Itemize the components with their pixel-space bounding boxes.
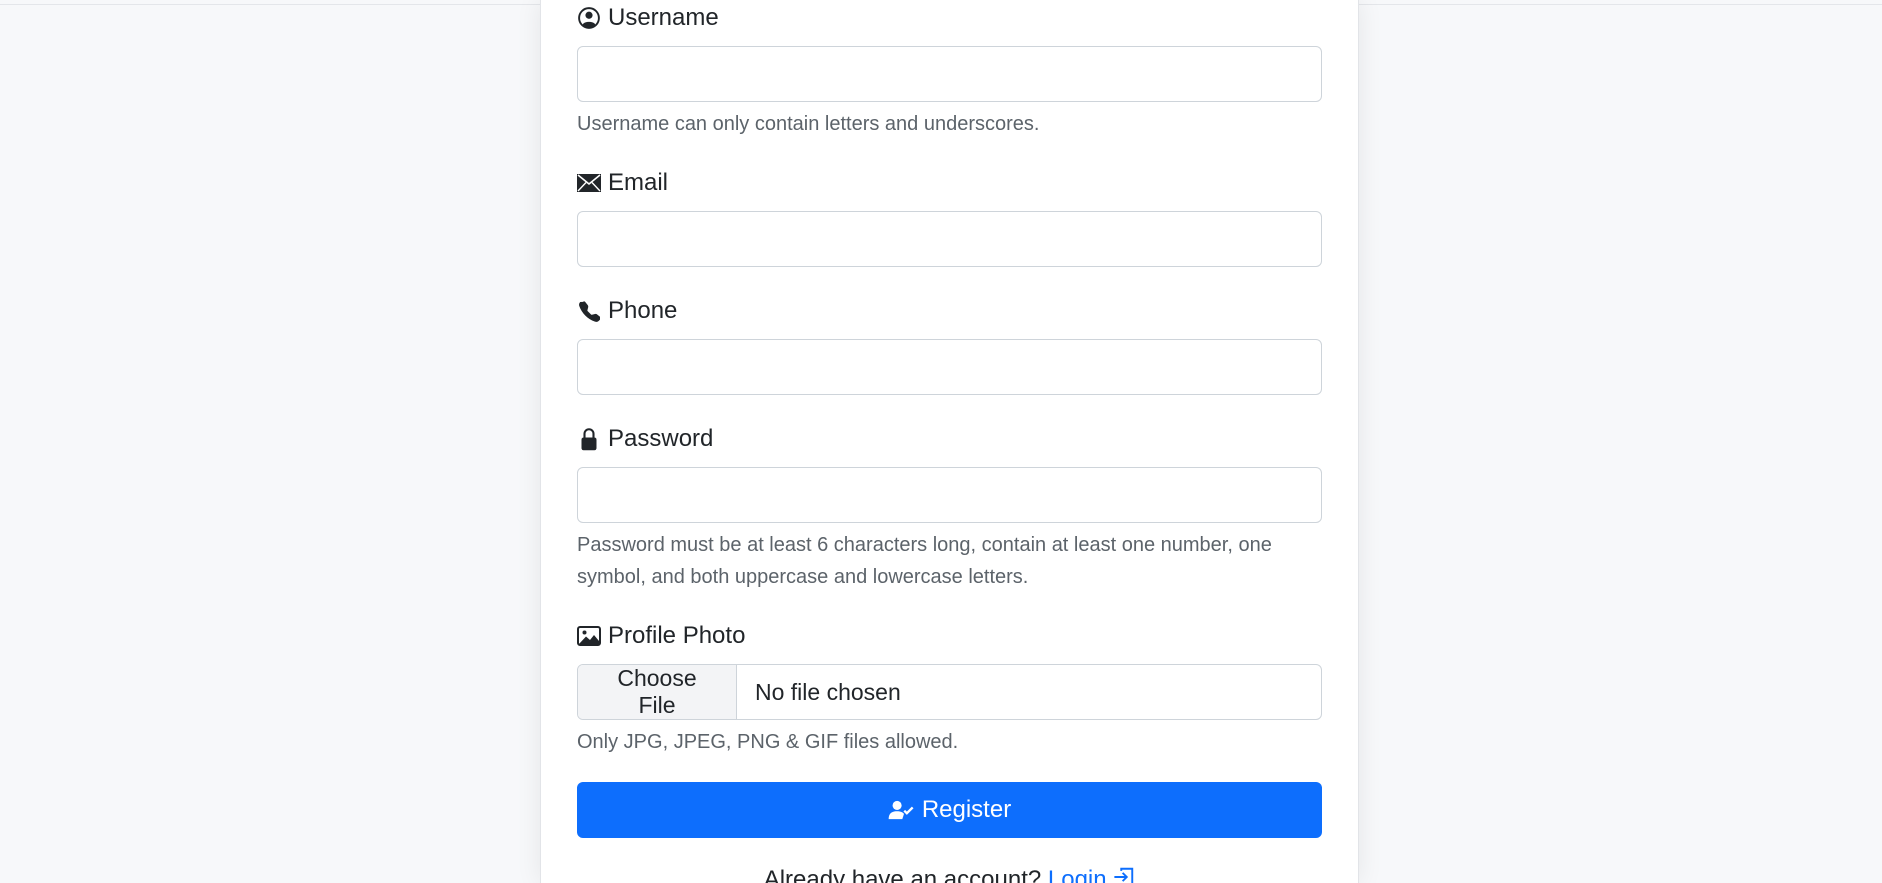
username-label: Username xyxy=(577,2,1322,34)
file-status-text: No file chosen xyxy=(755,678,901,705)
photo-file-input[interactable]: Choose File No file chosen xyxy=(577,664,1322,720)
password-group: Password Password must be at least 6 cha… xyxy=(577,423,1322,593)
username-input[interactable] xyxy=(577,46,1322,102)
register-card: Username Username can only contain lette… xyxy=(540,0,1359,883)
phone-label: Phone xyxy=(577,295,1322,327)
phone-label-text: Phone xyxy=(608,297,678,324)
phone-group: Phone xyxy=(577,295,1322,395)
telephone-icon xyxy=(577,299,601,323)
box-arrow-in-right-icon xyxy=(1113,866,1135,883)
envelope-icon xyxy=(577,171,601,195)
photo-help: Only JPG, JPEG, PNG & GIF files allowed. xyxy=(577,731,959,753)
register-button[interactable]: Register xyxy=(577,782,1322,838)
photo-label: Profile Photo xyxy=(577,620,1322,652)
email-group: Email xyxy=(577,167,1322,267)
username-group: Username Username can only contain lette… xyxy=(577,2,1322,140)
photo-group: Profile Photo Choose File No file chosen… xyxy=(577,620,1322,758)
phone-input[interactable] xyxy=(577,339,1322,395)
image-icon xyxy=(577,624,601,648)
login-link-label: Login xyxy=(1047,866,1107,883)
password-help: Password must be at least 6 characters l… xyxy=(577,534,1272,588)
register-button-label: Register xyxy=(921,796,1012,823)
photo-label-text: Profile Photo xyxy=(608,622,746,649)
email-label: Email xyxy=(577,167,1322,199)
password-input[interactable] xyxy=(577,467,1322,523)
lock-icon xyxy=(577,427,601,451)
username-label-text: Username xyxy=(608,4,719,31)
login-prompt: Already have an account? Login xyxy=(541,866,1358,883)
username-help: Username can only contain letters and un… xyxy=(577,113,1040,135)
login-prompt-text: Already have an account? xyxy=(763,866,1042,883)
person-check-icon xyxy=(888,799,914,821)
email-input[interactable] xyxy=(577,211,1322,267)
person-circle-icon xyxy=(577,6,601,30)
choose-file-button[interactable]: Choose File xyxy=(578,665,737,719)
email-label-text: Email xyxy=(608,169,669,196)
password-label: Password xyxy=(577,423,1322,455)
login-link[interactable]: Login xyxy=(1048,866,1135,883)
password-label-text: Password xyxy=(608,425,714,452)
